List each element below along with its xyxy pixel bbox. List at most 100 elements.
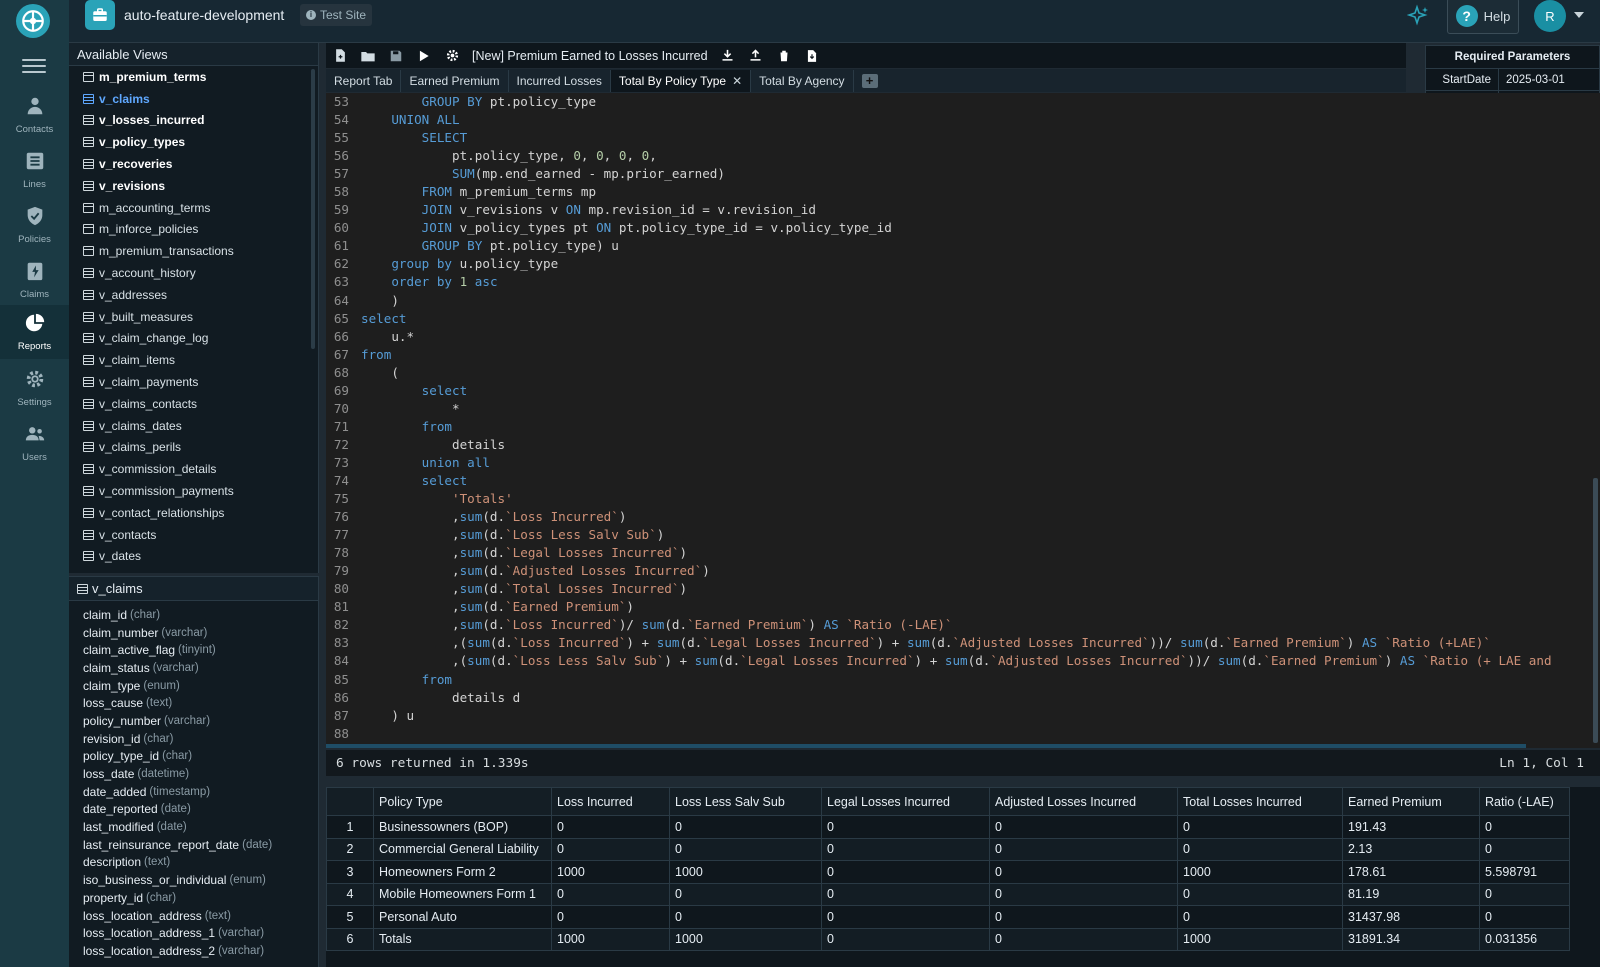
table-icon [83, 464, 94, 475]
column-item[interactable]: loss_location_address (text) [69, 907, 318, 925]
column-header[interactable]: Ratio (-LAE) [1479, 787, 1570, 816]
table-row[interactable]: 6 Totals 1000 1000 0 0 1000 31891.34 0.031356 [326, 927, 1570, 951]
column-header[interactable]: Loss Less Salv Sub [669, 787, 822, 816]
view-item[interactable]: v_claims_contacts [69, 393, 318, 415]
nav-item-contacts[interactable]: Contacts [0, 88, 69, 142]
column-item[interactable]: date_added (timestamp) [69, 783, 318, 801]
download-icon[interactable] [714, 43, 742, 68]
tab-total-by-policy-type[interactable]: Total By Policy Type ✕ [610, 70, 752, 92]
view-item[interactable]: v_claims [69, 88, 318, 110]
view-item[interactable]: v_commission_details [69, 458, 318, 480]
column-header[interactable]: Adjusted Losses Incurred [989, 787, 1178, 816]
view-item[interactable]: v_commission_payments [69, 480, 318, 502]
table-row[interactable]: 5 Personal Auto 0 0 0 0 0 31437.98 0 [326, 905, 1570, 929]
upload-icon[interactable] [742, 43, 770, 68]
view-item[interactable]: v_recoveries [69, 153, 318, 175]
view-item[interactable]: m_premium_transactions [69, 240, 318, 262]
nav-item-claims[interactable]: Claims [0, 253, 69, 307]
table-row[interactable]: 2 Commercial General Liability 0 0 0 0 0 2.13 0 [326, 837, 1570, 861]
column-item[interactable]: loss_location_address_1 (varchar) [69, 924, 318, 942]
editor-scrollbar[interactable] [1593, 478, 1598, 743]
close-tab-icon[interactable]: ✕ [732, 74, 742, 88]
view-item[interactable]: v_claim_change_log [69, 328, 318, 350]
column-header[interactable]: Total Losses Incurred [1177, 787, 1343, 816]
table-icon [83, 289, 94, 300]
column-header[interactable]: Legal Losses Incurred [821, 787, 990, 816]
view-item[interactable]: v_contact_relationships [69, 502, 318, 524]
view-item[interactable]: m_accounting_terms [69, 197, 318, 219]
view-item[interactable]: v_dates [69, 546, 318, 568]
column-item[interactable]: policy_number (varchar) [69, 712, 318, 730]
nav-item-lines[interactable]: Lines [0, 143, 69, 197]
column-item[interactable]: loss_date (datetime) [69, 765, 318, 783]
save-icon[interactable] [382, 43, 410, 68]
app-logo-icon[interactable] [16, 4, 50, 38]
menu-hamburger-icon[interactable] [22, 55, 46, 75]
tab-incurred-losses[interactable]: Incurred Losses [509, 70, 611, 92]
help-button[interactable]: ? Help [1447, 0, 1519, 34]
column-item[interactable]: policy_type_id (char) [69, 748, 318, 766]
table-cell: 191.43 [1342, 815, 1480, 839]
view-item[interactable]: m_premium_terms [69, 66, 318, 88]
nav-item-policies[interactable]: Policies [0, 198, 69, 252]
ai-sparkle-icon[interactable] [1406, 4, 1431, 28]
view-item[interactable]: v_account_history [69, 262, 318, 284]
column-item[interactable]: claim_status (varchar) [69, 659, 318, 677]
column-item[interactable]: last_reinsurance_report_date (date) [69, 836, 318, 854]
table-cell: 0 [989, 815, 1178, 839]
nav-item-settings[interactable]: Settings [0, 361, 69, 415]
sql-editor[interactable]: 53 GROUP BY pt.policy_type 54 UNION ALL 55… [326, 93, 1600, 748]
table-row[interactable]: 4 Mobile Homeowners Form 1 0 0 0 0 0 81.19 0 [326, 882, 1570, 906]
column-item[interactable]: description (text) [69, 854, 318, 872]
view-item[interactable]: v_claims_dates [69, 415, 318, 437]
tab-total-by-agency[interactable]: Total By Agency [751, 70, 854, 92]
view-item[interactable]: v_policy_types [69, 131, 318, 153]
trash-icon[interactable] [770, 43, 798, 68]
views-scrollbar[interactable] [311, 69, 315, 349]
nav-item-reports[interactable]: Reports [0, 305, 69, 359]
column-header[interactable]: Policy Type [373, 787, 552, 816]
user-avatar[interactable]: R [1534, 0, 1566, 32]
view-item[interactable]: v_contacts [69, 524, 318, 546]
export-file-icon[interactable] [798, 43, 826, 68]
chevron-down-icon[interactable] [1574, 12, 1584, 18]
column-item[interactable]: iso_business_or_individual (enum) [69, 871, 318, 889]
column-item[interactable]: loss_cause (text) [69, 694, 318, 712]
view-item[interactable]: v_addresses [69, 284, 318, 306]
site-name[interactable]: auto-feature-development [124, 7, 284, 23]
view-item[interactable]: v_claims_perils [69, 437, 318, 459]
view-item[interactable]: v_claim_items [69, 349, 318, 371]
run-icon[interactable] [410, 43, 438, 68]
view-item[interactable]: v_revisions [69, 175, 318, 197]
add-tab-button[interactable]: + [861, 74, 878, 88]
code-line: 67 from [326, 346, 1600, 364]
column-item[interactable]: loss_location_address_2 (varchar) [69, 942, 318, 960]
column-header[interactable]: Earned Premium [1342, 787, 1480, 816]
column-item[interactable]: revision_id (char) [69, 730, 318, 748]
parameter-value-input[interactable]: 2025-03-01 [1498, 69, 1565, 90]
column-item[interactable]: last_modified (date) [69, 818, 318, 836]
table-row[interactable]: 1 Businessowners (BOP) 0 0 0 0 0 191.43 0 [326, 815, 1570, 839]
view-item[interactable]: m_inforce_policies [69, 219, 318, 241]
new-file-icon[interactable] [326, 43, 354, 68]
nav-item-users[interactable]: Users [0, 416, 69, 470]
view-item[interactable]: v_losses_incurred [69, 110, 318, 132]
tab-earned-premium[interactable]: Earned Premium [401, 70, 509, 92]
tab-report-tab[interactable]: Report Tab [326, 70, 402, 92]
column-item[interactable]: date_reported (date) [69, 801, 318, 819]
column-item[interactable]: property_id (char) [69, 889, 318, 907]
table-row[interactable]: 3 Homeowners Form 2 1000 1000 0 0 1000 178.61 5.… [326, 860, 1570, 884]
editor-horizontal-scrollbar[interactable] [326, 744, 1526, 748]
open-folder-icon[interactable] [354, 43, 382, 68]
column-header[interactable]: Loss Incurred [551, 787, 670, 816]
settings-gear-icon[interactable] [438, 43, 466, 68]
column-item[interactable]: claim_id (char) [69, 606, 318, 624]
column-item[interactable]: claim_number (varchar) [69, 624, 318, 642]
column-item[interactable]: claim_active_flag (tinyint) [69, 641, 318, 659]
column-header[interactable] [326, 787, 374, 816]
view-item[interactable]: v_claim_payments [69, 371, 318, 393]
view-item[interactable]: v_built_measures [69, 306, 318, 328]
column-item[interactable]: claim_type (enum) [69, 677, 318, 695]
